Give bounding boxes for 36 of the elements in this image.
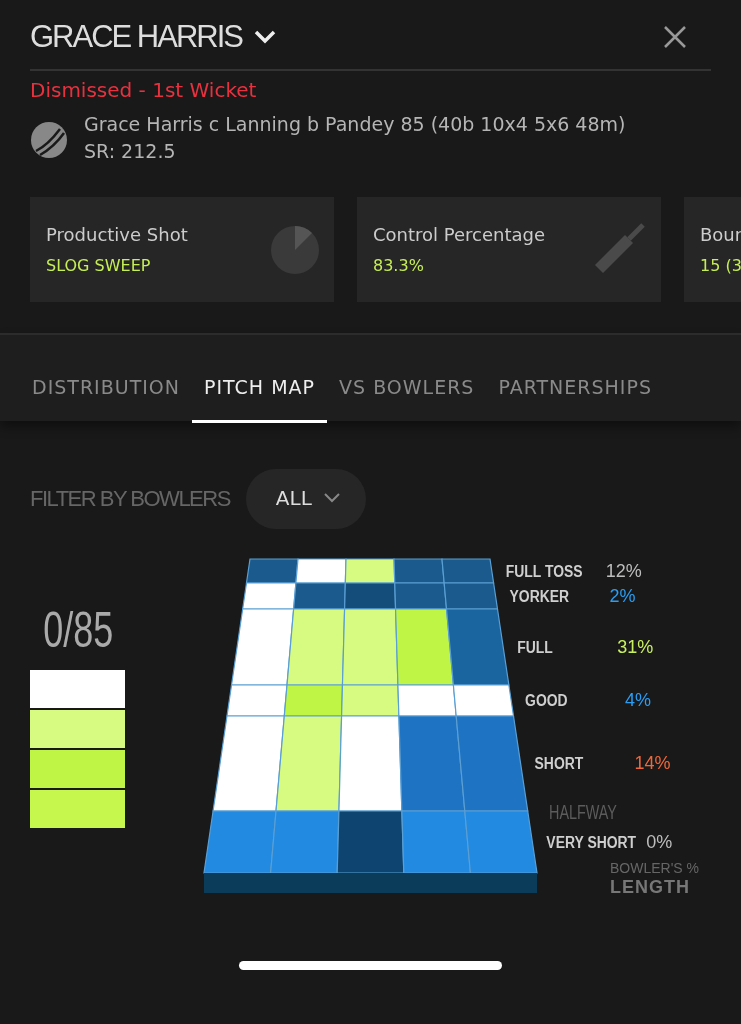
length-label: GOOD	[525, 690, 568, 710]
stat-label: Control Percentage	[373, 223, 546, 248]
close-icon[interactable]	[663, 24, 687, 49]
length-label: SHORT	[534, 753, 584, 773]
length-percentage: 14%	[634, 753, 671, 774]
pie-chart-icon	[270, 225, 320, 276]
length-percentage: 0%	[646, 832, 673, 853]
dismissal-status: Dismissed - 1st Wicket	[30, 77, 258, 105]
chevron-down-icon[interactable]	[254, 29, 276, 44]
stat-value: 83.3%	[373, 255, 425, 278]
stat-value: SLOG SWEEP	[46, 255, 152, 278]
dismissal-summary: Grace Harris c Lanning b Pandey 85 (40b 10x4 5x6 48m)	[84, 112, 626, 138]
strike-rate: SR: 212.5	[84, 139, 177, 165]
length-percentage: 31%	[617, 637, 654, 658]
length-percentage: 12%	[605, 561, 642, 582]
length-label: VERY SHORT	[546, 832, 637, 852]
chevron-down-icon	[323, 493, 340, 504]
runs-total: 0/85	[43, 603, 112, 659]
length-label: YORKER	[509, 586, 570, 606]
length-label: FULL	[517, 637, 553, 657]
length-label: FULL TOSS	[505, 561, 583, 581]
tab[interactable]: VS BOWLERS	[327, 335, 487, 424]
bowler-percent-caption: BOWLER'S %	[610, 860, 700, 877]
halfway-label: HALFWAY	[549, 800, 617, 824]
stat-label: Productive Shot	[46, 223, 188, 248]
tab[interactable]: PITCH MAP	[192, 335, 328, 424]
tab[interactable]: PARTNERSHIPS	[486, 335, 664, 424]
stat-value: 15 (3	[700, 255, 741, 278]
player-name: GRACE HARRIS	[30, 18, 242, 56]
tab[interactable]: DISTRIBUTION	[20, 335, 193, 424]
cricket-ball-icon	[30, 121, 68, 160]
length-percentage: 2%	[609, 586, 636, 607]
filter-label: FILTER BY BOWLERS	[30, 484, 230, 513]
length-percentage: 4%	[625, 690, 652, 711]
bowler-dropdown[interactable]: ALL	[245, 469, 366, 530]
length-caption: LENGTH	[610, 877, 690, 898]
